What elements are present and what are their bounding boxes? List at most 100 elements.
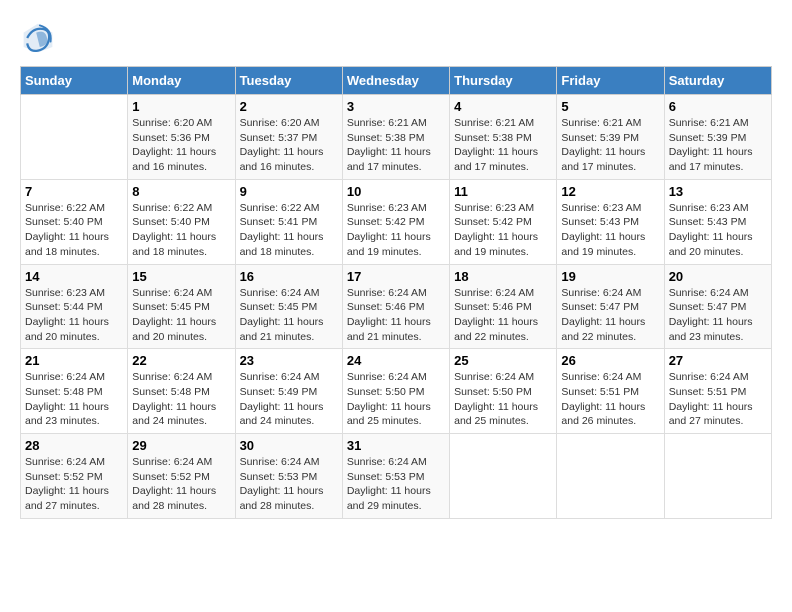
day-number: 19 [561, 269, 659, 284]
calendar-cell: 25 Sunrise: 6:24 AMSunset: 5:50 PMDayligh… [450, 349, 557, 434]
day-info: Sunrise: 6:20 AMSunset: 5:37 PMDaylight:… [240, 116, 338, 175]
day-info: Sunrise: 6:24 AMSunset: 5:45 PMDaylight:… [132, 286, 230, 345]
calendar-cell: 24 Sunrise: 6:24 AMSunset: 5:50 PMDayligh… [342, 349, 449, 434]
day-info: Sunrise: 6:21 AMSunset: 5:38 PMDaylight:… [347, 116, 445, 175]
calendar-cell: 13 Sunrise: 6:23 AMSunset: 5:43 PMDayligh… [664, 179, 771, 264]
column-header-thursday: Thursday [450, 67, 557, 95]
day-number: 4 [454, 99, 552, 114]
day-number: 3 [347, 99, 445, 114]
calendar-cell: 9 Sunrise: 6:22 AMSunset: 5:41 PMDaylight… [235, 179, 342, 264]
column-header-friday: Friday [557, 67, 664, 95]
calendar-cell: 15 Sunrise: 6:24 AMSunset: 5:45 PMDayligh… [128, 264, 235, 349]
day-number: 27 [669, 353, 767, 368]
calendar-week-row: 7Sunrise: 6:22 AMSunset: 5:40 PMDaylight… [21, 179, 772, 264]
calendar-cell: 2Sunrise: 6:20 AMSunset: 5:37 PMDaylight… [235, 95, 342, 180]
calendar-cell [21, 95, 128, 180]
day-info: Sunrise: 6:21 AMSunset: 5:38 PMDaylight:… [454, 116, 552, 175]
day-info: Sunrise: 6:23 AMSunset: 5:43 PMDaylight:… [561, 201, 659, 260]
day-info: Sunrise: 6:22 AMSunset: 5:40 PMDaylight:… [25, 201, 123, 260]
day-number: 29 [132, 438, 230, 453]
column-header-monday: Monday [128, 67, 235, 95]
day-number: 6 [669, 99, 767, 114]
calendar-cell: 29 Sunrise: 6:24 AMSunset: 5:52 PMDayligh… [128, 434, 235, 519]
calendar-cell: 28 Sunrise: 6:24 AMSunset: 5:52 PMDayligh… [21, 434, 128, 519]
calendar-table: SundayMondayTuesdayWednesdayThursdayFrid… [20, 66, 772, 519]
calendar-cell: 27 Sunrise: 6:24 AMSunset: 5:51 PMDayligh… [664, 349, 771, 434]
calendar-cell [450, 434, 557, 519]
day-number: 20 [669, 269, 767, 284]
day-info: Sunrise: 6:24 AMSunset: 5:53 PMDaylight:… [240, 455, 338, 514]
day-info: Sunrise: 6:24 AMSunset: 5:50 PMDaylight:… [347, 370, 445, 429]
day-info: Sunrise: 6:24 AMSunset: 5:50 PMDaylight:… [454, 370, 552, 429]
calendar-cell: 16 Sunrise: 6:24 AMSunset: 5:45 PMDayligh… [235, 264, 342, 349]
day-info: Sunrise: 6:24 AMSunset: 5:52 PMDaylight:… [25, 455, 123, 514]
day-info: Sunrise: 6:24 AMSunset: 5:51 PMDaylight:… [561, 370, 659, 429]
day-number: 21 [25, 353, 123, 368]
calendar-cell: 8 Sunrise: 6:22 AMSunset: 5:40 PMDaylight… [128, 179, 235, 264]
day-info: Sunrise: 6:23 AMSunset: 5:42 PMDaylight:… [347, 201, 445, 260]
calendar-cell: 18 Sunrise: 6:24 AMSunset: 5:46 PMDayligh… [450, 264, 557, 349]
calendar-cell: 7Sunrise: 6:22 AMSunset: 5:40 PMDaylight… [21, 179, 128, 264]
calendar-cell [557, 434, 664, 519]
day-number: 15 [132, 269, 230, 284]
page-header [20, 20, 772, 56]
calendar-header-row: SundayMondayTuesdayWednesdayThursdayFrid… [21, 67, 772, 95]
day-number: 31 [347, 438, 445, 453]
calendar-week-row: 14 Sunrise: 6:23 AMSunset: 5:44 PMDayligh… [21, 264, 772, 349]
day-number: 11 [454, 184, 552, 199]
calendar-cell: 1Sunrise: 6:20 AMSunset: 5:36 PMDaylight… [128, 95, 235, 180]
calendar-cell: 20 Sunrise: 6:24 AMSunset: 5:47 PMDayligh… [664, 264, 771, 349]
day-number: 23 [240, 353, 338, 368]
day-number: 18 [454, 269, 552, 284]
logo-icon [20, 20, 56, 56]
day-info: Sunrise: 6:24 AMSunset: 5:51 PMDaylight:… [669, 370, 767, 429]
day-number: 9 [240, 184, 338, 199]
day-number: 8 [132, 184, 230, 199]
day-number: 25 [454, 353, 552, 368]
day-number: 17 [347, 269, 445, 284]
day-info: Sunrise: 6:24 AMSunset: 5:48 PMDaylight:… [132, 370, 230, 429]
day-info: Sunrise: 6:22 AMSunset: 5:41 PMDaylight:… [240, 201, 338, 260]
day-info: Sunrise: 6:22 AMSunset: 5:40 PMDaylight:… [132, 201, 230, 260]
logo [20, 20, 62, 56]
day-info: Sunrise: 6:24 AMSunset: 5:47 PMDaylight:… [561, 286, 659, 345]
day-info: Sunrise: 6:24 AMSunset: 5:46 PMDaylight:… [347, 286, 445, 345]
day-number: 10 [347, 184, 445, 199]
calendar-cell: 3 Sunrise: 6:21 AMSunset: 5:38 PMDaylight… [342, 95, 449, 180]
day-info: Sunrise: 6:24 AMSunset: 5:53 PMDaylight:… [347, 455, 445, 514]
calendar-cell: 21 Sunrise: 6:24 AMSunset: 5:48 PMDayligh… [21, 349, 128, 434]
column-header-saturday: Saturday [664, 67, 771, 95]
calendar-cell: 31 Sunrise: 6:24 AMSunset: 5:53 PMDayligh… [342, 434, 449, 519]
day-number: 14 [25, 269, 123, 284]
calendar-week-row: 21 Sunrise: 6:24 AMSunset: 5:48 PMDayligh… [21, 349, 772, 434]
day-info: Sunrise: 6:24 AMSunset: 5:52 PMDaylight:… [132, 455, 230, 514]
calendar-cell: 6 Sunrise: 6:21 AMSunset: 5:39 PMDaylight… [664, 95, 771, 180]
day-number: 16 [240, 269, 338, 284]
day-info: Sunrise: 6:24 AMSunset: 5:48 PMDaylight:… [25, 370, 123, 429]
calendar-cell: 19 Sunrise: 6:24 AMSunset: 5:47 PMDayligh… [557, 264, 664, 349]
day-number: 24 [347, 353, 445, 368]
column-header-wednesday: Wednesday [342, 67, 449, 95]
day-number: 28 [25, 438, 123, 453]
calendar-cell: 4 Sunrise: 6:21 AMSunset: 5:38 PMDaylight… [450, 95, 557, 180]
calendar-cell: 22 Sunrise: 6:24 AMSunset: 5:48 PMDayligh… [128, 349, 235, 434]
day-info: Sunrise: 6:24 AMSunset: 5:46 PMDaylight:… [454, 286, 552, 345]
day-info: Sunrise: 6:24 AMSunset: 5:45 PMDaylight:… [240, 286, 338, 345]
column-header-tuesday: Tuesday [235, 67, 342, 95]
day-number: 26 [561, 353, 659, 368]
day-info: Sunrise: 6:24 AMSunset: 5:47 PMDaylight:… [669, 286, 767, 345]
day-number: 22 [132, 353, 230, 368]
calendar-week-row: 1Sunrise: 6:20 AMSunset: 5:36 PMDaylight… [21, 95, 772, 180]
day-info: Sunrise: 6:23 AMSunset: 5:42 PMDaylight:… [454, 201, 552, 260]
calendar-cell: 23 Sunrise: 6:24 AMSunset: 5:49 PMDayligh… [235, 349, 342, 434]
day-info: Sunrise: 6:23 AMSunset: 5:43 PMDaylight:… [669, 201, 767, 260]
calendar-cell: 10 Sunrise: 6:23 AMSunset: 5:42 PMDayligh… [342, 179, 449, 264]
calendar-cell: 12Sunrise: 6:23 AMSunset: 5:43 PMDayligh… [557, 179, 664, 264]
day-number: 13 [669, 184, 767, 199]
day-info: Sunrise: 6:24 AMSunset: 5:49 PMDaylight:… [240, 370, 338, 429]
calendar-cell: 5Sunrise: 6:21 AMSunset: 5:39 PMDaylight… [557, 95, 664, 180]
day-info: Sunrise: 6:21 AMSunset: 5:39 PMDaylight:… [669, 116, 767, 175]
day-number: 1 [132, 99, 230, 114]
column-header-sunday: Sunday [21, 67, 128, 95]
day-info: Sunrise: 6:23 AMSunset: 5:44 PMDaylight:… [25, 286, 123, 345]
